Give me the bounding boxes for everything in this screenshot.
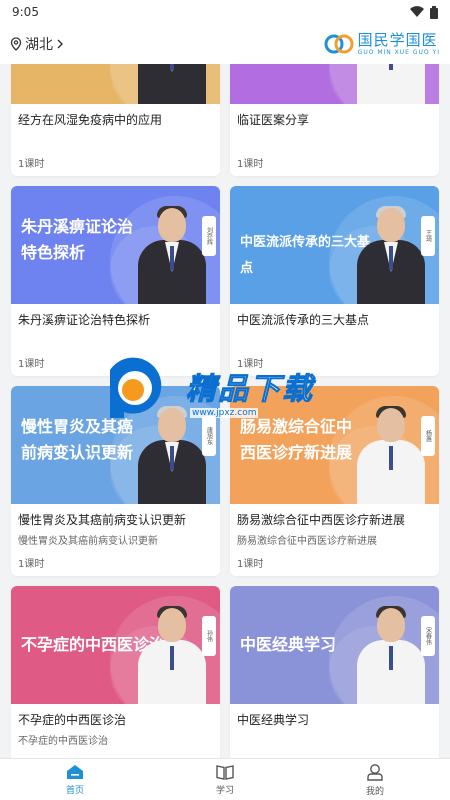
- book-icon: [216, 764, 234, 780]
- nav-study-label: 学习: [215, 785, 234, 796]
- location-pin-icon: [10, 37, 22, 51]
- status-bar: 9:05: [0, 0, 450, 24]
- thumbnail-title: 肠易激综合征中西医诊疗新进展: [240, 417, 353, 462]
- lecturer-name-tag: 王琦: [421, 216, 435, 256]
- home-icon: [67, 764, 83, 779]
- lecturer-name-tag: 杨惠: [421, 416, 435, 456]
- thumbnail-title: 朱丹溪痹证论治特色探析: [21, 217, 134, 262]
- course-card[interactable]: 肠易激综合征中西医诊疗新进展 杨惠 肠易激综合征中西医诊疗新进展 肠易激综合征中西医诊…: [230, 386, 439, 576]
- nav-home[interactable]: 首页: [0, 759, 150, 800]
- course-title: 中医流派传承的三大基点: [237, 313, 370, 327]
- course-subtitle: 不孕症的中西医诊治: [18, 736, 108, 747]
- battery-icon: [430, 5, 438, 19]
- lecturer-name-tag: 唐旭东: [202, 416, 216, 456]
- course-title: 朱丹溪痹证论治特色探析: [18, 313, 151, 327]
- top-header: 湖北 国民学国医 GUO MIN XUE GUO YI: [0, 24, 450, 64]
- brand-logo: 国民学国医 GUO MIN XUE GUO YI: [324, 30, 440, 56]
- course-thumbnail: 慢性胃炎及其癌前病变认识更新 唐旭东: [11, 386, 220, 504]
- lecturer-photo: [138, 406, 206, 504]
- course-card[interactable]: 中医经典学习 宋春伟中医经典学习: [230, 586, 439, 758]
- course-title: 中医经典学习: [237, 713, 310, 727]
- lecturer-photo: [138, 206, 206, 304]
- course-title: 临证医案分享: [237, 113, 310, 127]
- thumbnail-title: 中医流派传承的三大基点: [240, 235, 371, 276]
- location-selector[interactable]: 湖北: [10, 34, 64, 54]
- location-label: 湖北: [25, 37, 53, 53]
- course-thumbnail: 中医经典学习 宋春伟: [230, 586, 439, 704]
- wifi-icon: [410, 6, 424, 18]
- course-subtitle: 慢性胃炎及其癌前病变认识更新: [18, 536, 158, 547]
- course-card[interactable]: 不孕症的中西医诊治 孙伟 不孕症的中西医诊治 不孕症的中西医诊治: [11, 586, 220, 758]
- course-card[interactable]: 慢性胃炎及其癌前病变认识更新 唐旭东 慢性胃炎及其癌前病变认识更新 慢性胃炎及其癌前病…: [11, 386, 220, 576]
- course-thumbnail: [11, 64, 220, 104]
- profile-icon: [367, 763, 383, 781]
- status-time: 9:05: [12, 5, 39, 19]
- course-card[interactable]: 朱丹溪痹证论治特色探析 刘乔辉 朱丹溪痹证论治特色探析 1课时: [11, 186, 220, 376]
- lecturer-name-tag: 宋春伟: [421, 616, 435, 656]
- course-thumbnail: 肠易激综合征中西医诊疗新进展 杨惠: [230, 386, 439, 504]
- lecturer-photo: [357, 606, 425, 704]
- nav-profile-label: 我的: [365, 786, 384, 797]
- course-title: 经方在风湿免疫病中的应用: [18, 113, 163, 127]
- lecturer-name-tag: 孙伟: [202, 616, 216, 656]
- course-card[interactable]: 临证医案分享 1课时: [230, 64, 439, 176]
- course-thumbnail: 朱丹溪痹证论治特色探析 刘乔辉: [11, 186, 220, 304]
- course-thumbnail: 不孕症的中西医诊治 孙伟: [11, 586, 220, 704]
- brand-name-en: GUO MIN XUE GUO YI: [357, 48, 440, 56]
- lecturer-photo: [357, 406, 425, 504]
- lesson-count: 1课时: [237, 559, 264, 570]
- course-title: 慢性胃炎及其癌前病变认识更新: [18, 513, 187, 527]
- chevron-right-icon: [57, 39, 63, 49]
- brand-name: 国民学国医: [357, 30, 438, 49]
- course-subtitle: 肠易激综合征中西医诊疗新进展: [237, 536, 377, 547]
- lesson-count: 1课时: [237, 159, 264, 170]
- nav-study[interactable]: 学习: [150, 759, 300, 800]
- course-card[interactable]: 中医流派传承的三大基点 王琦 中医流派传承的三大基点 1课时: [230, 186, 439, 376]
- course-thumbnail: [230, 64, 439, 104]
- lecturer-photo: [138, 606, 206, 704]
- lecturer-photo: [357, 206, 425, 304]
- course-thumbnail: 中医流派传承的三大基点 王琦: [230, 186, 439, 304]
- course-grid: 经方在风湿免疫病中的应用 1课时 临证医案分享 1课时 朱丹溪痹证论治特色探析 刘乔辉 朱丹…: [11, 64, 439, 758]
- lecturer-photo: [357, 64, 425, 104]
- course-card[interactable]: 经方在风湿免疫病中的应用 1课时: [11, 64, 220, 176]
- course-list[interactable]: 经方在风湿免疫病中的应用 1课时 临证医案分享 1课时 朱丹溪痹证论治特色探析 刘乔辉 朱丹…: [0, 64, 450, 758]
- status-icons: [410, 5, 438, 19]
- bottom-nav: 首页 学习 我的: [0, 758, 450, 800]
- lecturer-name-tag: 刘乔辉: [202, 216, 216, 256]
- lesson-count: 1课时: [18, 559, 45, 570]
- nav-home-label: 首页: [65, 785, 84, 796]
- lesson-count: 1课时: [18, 359, 45, 370]
- lesson-count: 1课时: [18, 159, 45, 170]
- brand-mark-icon: [324, 34, 354, 54]
- lecturer-photo: [138, 64, 206, 104]
- course-title: 不孕症的中西医诊治: [18, 713, 127, 727]
- course-title: 肠易激综合征中西医诊疗新进展: [237, 513, 406, 527]
- nav-profile[interactable]: 我的: [300, 759, 450, 800]
- thumbnail-title: 慢性胃炎及其癌前病变认识更新: [21, 417, 134, 462]
- lesson-count: 1课时: [237, 359, 264, 370]
